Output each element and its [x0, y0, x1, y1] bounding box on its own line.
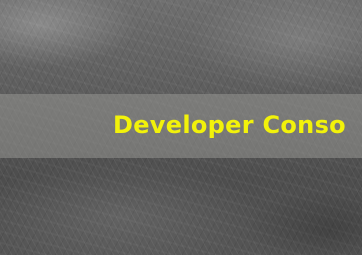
banner-title: Developer Conso: [113, 111, 346, 139]
title-banner: Developer Conso: [0, 94, 362, 158]
